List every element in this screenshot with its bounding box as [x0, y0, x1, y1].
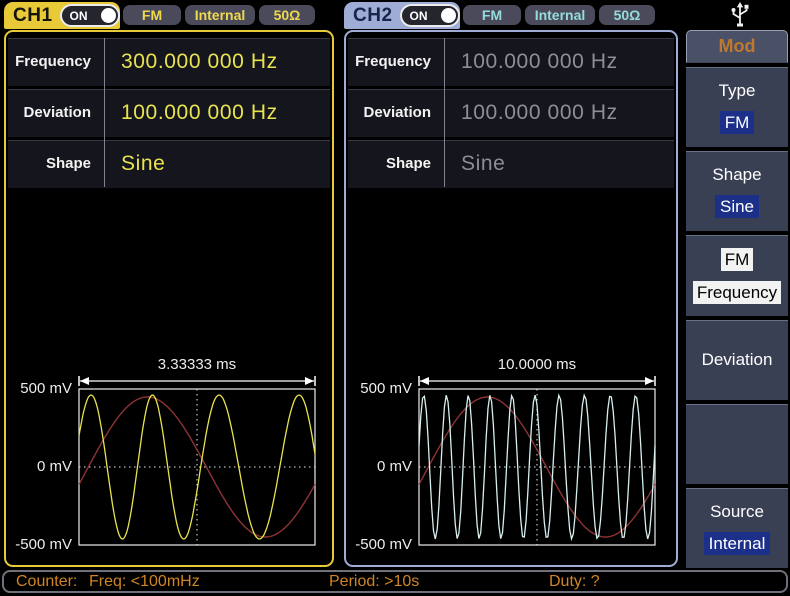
deviation-label: Deviation	[702, 350, 773, 370]
shape-label: Shape	[712, 165, 761, 185]
counter-title: Counter:	[16, 572, 77, 591]
ch2-shape-row: Shape Sine	[348, 140, 674, 188]
ch1-deviation-label: Deviation	[8, 90, 104, 137]
ch1-tab[interactable]: CH1 ON	[4, 2, 120, 29]
ch2-waveform-area: 10.0000 ms 500 mV 0 mV -500 mV	[348, 356, 674, 556]
ch1-deviation-row: Deviation 100.000 000 Hz	[8, 89, 330, 137]
soft-menu-title: Mod	[686, 30, 788, 63]
frequency-selected-chip: Frequency	[693, 281, 781, 304]
ch2-shape-label: Shape	[348, 141, 444, 188]
ch1-waveform-area: 3.33333 ms 500 mV 0 mV -500 mV	[8, 356, 330, 556]
ch1-toggle-knob	[101, 8, 116, 23]
ch2-timespan-label: 10.0000 ms	[418, 356, 656, 374]
fm-selected-chip: FM	[721, 248, 754, 271]
ch2-modulation-badge: FM	[463, 5, 521, 25]
softkey-blank[interactable]	[686, 404, 788, 484]
ch2-deviation-value[interactable]: 100.000 000 Hz	[444, 90, 674, 137]
ch1-shape-label: Shape	[8, 141, 104, 188]
ch1-ybottom-label: -500 mV	[8, 536, 72, 554]
ch1-table-divider	[104, 38, 105, 187]
counter-freq: Freq: <100mHz	[89, 572, 200, 591]
ch1-waveform-plot	[78, 374, 316, 552]
ch2-header: CH2 ON FM Internal 50Ω	[344, 0, 680, 30]
ch2-frequency-value[interactable]: 100.000 000 Hz	[444, 39, 674, 86]
ch2-frequency-label: Frequency	[348, 39, 444, 86]
ch2-waveform-plot	[418, 374, 656, 552]
ch2-panel: Frequency 100.000 000 Hz Deviation 100.0…	[344, 30, 678, 567]
ch1-frequency-value[interactable]: 300.000 000 Hz	[104, 39, 330, 86]
ch2-frequency-row: Frequency 100.000 000 Hz	[348, 38, 674, 86]
ch1-modulation-badge: FM	[123, 5, 181, 25]
ch1-source-badge: Internal	[185, 5, 255, 25]
softkey-fm-frequency[interactable]: FM Frequency	[686, 235, 788, 315]
ch1-on-toggle[interactable]: ON	[60, 4, 120, 27]
ch2-ybottom-label: -500 mV	[348, 536, 412, 554]
ch2-ymid-label: 0 mV	[348, 458, 412, 476]
softkey-shape[interactable]: Shape Sine	[686, 151, 788, 231]
counter-duty: Duty: ?	[549, 572, 600, 591]
ch2-tab[interactable]: CH2 ON	[344, 2, 460, 29]
ch1-header: CH1 ON FM Internal 50Ω	[4, 0, 340, 30]
source-value-chip: Internal	[704, 532, 771, 555]
ch2-deviation-row: Deviation 100.000 000 Hz	[348, 89, 674, 137]
ch2-deviation-label: Deviation	[348, 90, 444, 137]
type-label: Type	[719, 81, 756, 101]
instrument-screen: CH1 ON FM Internal 50Ω CH2 ON FM Interna…	[0, 0, 790, 596]
softkey-type[interactable]: Type FM	[686, 67, 788, 147]
usb-icon	[727, 1, 753, 28]
ch2-source-badge: Internal	[525, 5, 595, 25]
ch1-shape-value[interactable]: Sine	[104, 141, 330, 188]
ch2-toggle-label: ON	[410, 9, 428, 23]
counter-bar: Counter: Freq: <100mHz Period: >10s Duty…	[2, 570, 788, 593]
ch1-ymid-label: 0 mV	[8, 458, 72, 476]
ch1-frequency-label: Frequency	[8, 39, 104, 86]
ch1-timespan-label: 3.33333 ms	[78, 356, 316, 374]
ch1-deviation-value[interactable]: 100.000 000 Hz	[104, 90, 330, 137]
ch1-impedance-badge: 50Ω	[259, 5, 315, 25]
ch1-frequency-row: Frequency 300.000 000 Hz	[8, 38, 330, 86]
ch1-panel: Frequency 300.000 000 Hz Deviation 100.0…	[4, 30, 334, 567]
ch2-impedance-badge: 50Ω	[599, 5, 655, 25]
ch1-ytop-label: 500 mV	[8, 380, 72, 398]
type-value-chip: FM	[720, 111, 755, 134]
ch1-tab-label: CH1	[13, 5, 53, 27]
ch2-on-toggle[interactable]: ON	[400, 4, 460, 27]
softkey-source[interactable]: Source Internal	[686, 488, 788, 568]
counter-period: Period: >10s	[329, 572, 419, 591]
softkey-deviation[interactable]: Deviation	[686, 320, 788, 400]
ch2-tab-label: CH2	[353, 5, 393, 27]
ch1-toggle-label: ON	[70, 9, 88, 23]
ch2-ytop-label: 500 mV	[348, 380, 412, 398]
shape-value-chip: Sine	[715, 195, 759, 218]
ch2-shape-value[interactable]: Sine	[444, 141, 674, 188]
ch2-table-divider	[444, 38, 445, 187]
ch1-shape-row: Shape Sine	[8, 140, 330, 188]
ch2-toggle-knob	[441, 8, 456, 23]
soft-menu: Mod Type FM Shape Sine FM Frequency Devi…	[686, 30, 788, 568]
source-label: Source	[710, 502, 764, 522]
